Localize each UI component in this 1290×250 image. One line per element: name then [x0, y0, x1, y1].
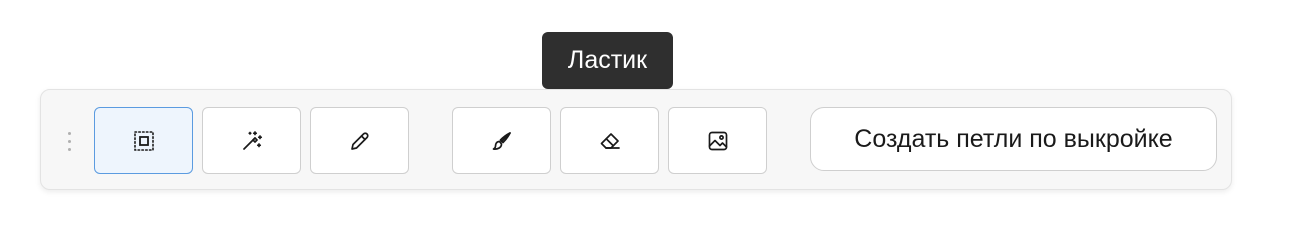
- image-tool-button[interactable]: [668, 107, 767, 174]
- brush-tool-button[interactable]: [452, 107, 551, 174]
- image-icon: [708, 131, 727, 150]
- brush-icon: [492, 131, 511, 150]
- create-loops-from-pattern-button[interactable]: Создать петли по выкройке: [810, 107, 1217, 171]
- select-tool-button[interactable]: [94, 107, 193, 174]
- drag-handle-icon[interactable]: [66, 130, 74, 154]
- eraser-icon: [600, 132, 620, 149]
- magic-wand-icon: [242, 130, 262, 150]
- pencil-icon: [350, 132, 368, 150]
- eraser-tooltip: Ластик: [542, 32, 673, 89]
- eraser-tool-button[interactable]: [560, 107, 659, 174]
- select-region-icon: [133, 130, 154, 151]
- pencil-tool-button[interactable]: [310, 107, 409, 174]
- drawing-toolbar: Создать петли по выкройке: [40, 89, 1232, 190]
- magic-wand-tool-button[interactable]: [202, 107, 301, 174]
- editor-stage: Ластик Создать петли по выкройке: [0, 0, 1290, 250]
